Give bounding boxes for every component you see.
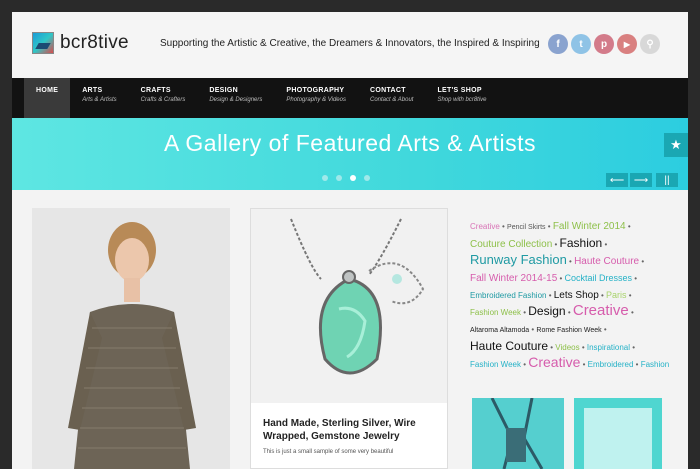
tag-cloud: Creative • Pencil Skirts • Fall Winter 2… (470, 217, 670, 372)
nav-item-subtitle: Photography & Videos (286, 97, 346, 103)
tag-link[interactable]: Rome Fashion Week (536, 327, 601, 334)
nav-item-subtitle: Design & Designers (209, 97, 263, 103)
tag-separator: • (639, 257, 645, 266)
post-excerpt: This is just a small sample of some very… (263, 449, 394, 455)
nav-item-title: CRAFTS (140, 87, 171, 94)
search-icon[interactable]: ⚲ (640, 34, 660, 54)
post-card[interactable]: Hand Made, Sterling Silver, Wire Wrapped… (250, 208, 448, 469)
banner-title: A Gallery of Featured Arts & Artists (163, 130, 537, 156)
slider-dots (322, 175, 370, 181)
tag-separator: • (625, 222, 631, 231)
tag-link[interactable]: Runway Fashion (470, 252, 567, 267)
tag-link[interactable]: Haute Couture (470, 339, 548, 353)
tag-link[interactable]: Videos (555, 343, 579, 352)
nav-item-title: ARTS (82, 87, 103, 94)
social-icons: f t p ▶ ⚲ (548, 34, 660, 54)
tag-link[interactable]: Inspirational (587, 343, 630, 352)
tag-link[interactable]: Cocktail Dresses (565, 273, 633, 283)
tag-separator: • (545, 222, 553, 231)
nav-item-title: HOME (36, 87, 59, 94)
jewelry-photo (251, 209, 447, 403)
post-title[interactable]: Hand Made, Sterling Silver, Wire Wrapped… (251, 403, 447, 443)
tag-separator: • (598, 291, 607, 300)
tag-separator: • (566, 257, 575, 266)
site-tagline: Supporting the Artistic & Creative, the … (160, 38, 540, 49)
nav-item-subtitle: Arts & Artists (82, 97, 117, 103)
tag-separator: • (565, 308, 573, 317)
nav-item-photography[interactable]: PHOTOGRAPHY Photography & Videos (274, 78, 358, 118)
thumbnail-image[interactable] (472, 398, 564, 469)
tag-separator: • (628, 308, 634, 317)
site-logo[interactable]: bcr8tive (32, 32, 129, 54)
pinterest-icon[interactable]: p (594, 34, 614, 54)
tag-separator: • (552, 240, 560, 249)
thumbnail-image[interactable] (574, 398, 662, 469)
tag-link[interactable]: Design (528, 304, 565, 318)
tag-link[interactable]: Fall Winter 2014-15 (470, 273, 557, 284)
tag-separator: • (626, 291, 632, 300)
nav-item-contact[interactable]: CONTACT Contact & About (358, 78, 425, 118)
nav-item-subtitle: Contact & About (369, 97, 414, 103)
tag-separator: • (557, 274, 565, 283)
nav-item-subtitle: Crafts & Crafters (140, 97, 186, 103)
star-icon[interactable]: ★ (664, 133, 688, 157)
model-photo (32, 208, 230, 469)
tag-separator: • (602, 240, 608, 249)
tag-link[interactable]: Embroidered (588, 360, 634, 369)
youtube-icon[interactable]: ▶ (617, 34, 637, 54)
tag-link[interactable]: Creative (470, 222, 500, 231)
slider-dot[interactable] (322, 175, 328, 181)
tag-link[interactable]: Pencil Skirts (507, 224, 546, 231)
slider-next-button[interactable]: ⟶ (630, 173, 652, 187)
site-name: bcr8tive (60, 32, 129, 53)
slider-dot[interactable] (336, 175, 342, 181)
featured-banner: A Gallery of Featured Arts & Artists ★ ⟵… (12, 118, 688, 190)
tag-separator: • (601, 325, 607, 334)
tag-separator: • (633, 360, 641, 369)
twitter-icon[interactable]: t (571, 34, 591, 54)
nav-item-subtitle: Shop with bcr8tive (437, 97, 487, 103)
page-frame: bcr8tive Supporting the Artistic & Creat… (12, 12, 688, 469)
tag-separator: • (632, 274, 638, 283)
tag-link[interactable]: Haute Couture (574, 256, 639, 267)
site-header: bcr8tive Supporting the Artistic & Creat… (12, 12, 688, 78)
nav-item-title: LET'S SHOP (437, 87, 482, 94)
tag-link[interactable]: Fashion (560, 236, 603, 250)
tag-link[interactable]: Embroidered Fashion (470, 291, 546, 300)
slider-pause-button[interactable]: || (656, 173, 678, 187)
tag-link[interactable]: Creative (528, 354, 580, 370)
nav-item-title: DESIGN (209, 87, 238, 94)
tag-link[interactable]: Couture Collection (470, 239, 552, 250)
nav-item-let-s-shop[interactable]: LET'S SHOP Shop with bcr8tive (425, 78, 498, 118)
nav-item-title: PHOTOGRAPHY (286, 87, 345, 94)
tag-link[interactable]: Paris (606, 290, 627, 300)
tag-separator: • (580, 360, 588, 369)
nav-item-design[interactable]: DESIGN Design & Designers (197, 78, 274, 118)
tag-link[interactable]: Fall Winter 2014 (553, 221, 626, 232)
nav-item-crafts[interactable]: CRAFTS Crafts & Crafters (129, 78, 198, 118)
tag-link[interactable]: Altaroma Altamoda (470, 327, 529, 334)
tag-separator: • (499, 222, 508, 231)
tag-link[interactable]: Creative (573, 302, 629, 319)
slider-dot-active[interactable] (350, 175, 356, 181)
tag-separator: • (579, 343, 587, 352)
tag-link[interactable]: Fashion (641, 360, 669, 369)
slider-prev-button[interactable]: ⟵ (606, 173, 628, 187)
featured-fashion-image[interactable] (32, 208, 230, 469)
nav-item-title: CONTACT (369, 87, 406, 94)
tag-link[interactable]: Fashion Week (470, 308, 521, 317)
tag-link[interactable]: Fashion Week (470, 360, 521, 369)
main-nav: HOME ARTS Arts & Artists CRAFTS Crafts & Cra… (12, 78, 688, 118)
slider-dot[interactable] (364, 175, 370, 181)
nav-item-arts[interactable]: ARTS Arts & Artists (70, 78, 128, 118)
facebook-icon[interactable]: f (548, 34, 568, 54)
tag-separator: • (546, 291, 554, 300)
nav-item-home[interactable]: HOME (24, 78, 71, 118)
tag-link[interactable]: Lets Shop (554, 290, 599, 301)
logo-mark-icon (32, 32, 54, 54)
tag-separator: • (630, 343, 636, 352)
thumbnail-inner (584, 408, 652, 469)
